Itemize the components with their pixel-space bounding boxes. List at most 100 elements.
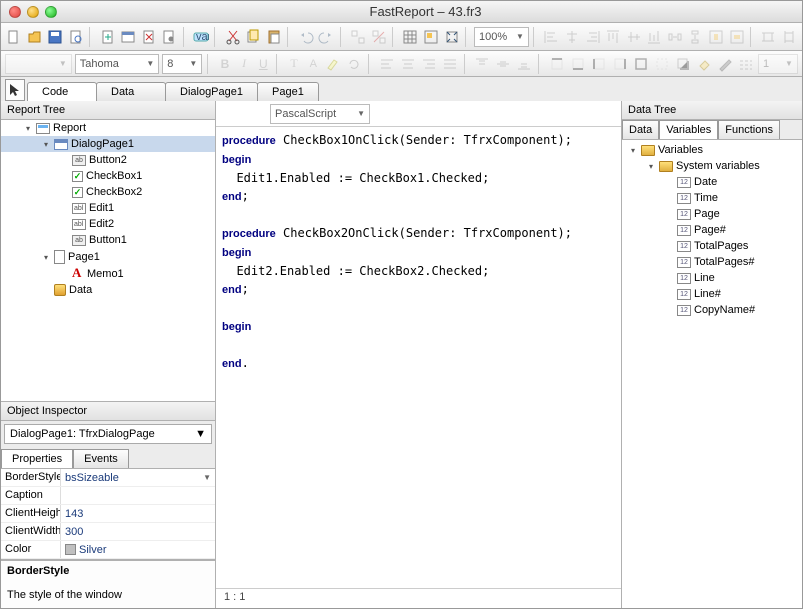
save-icon[interactable] bbox=[46, 27, 65, 47]
highlight-icon[interactable] bbox=[324, 54, 342, 74]
tree-item-system variables[interactable]: ▾System variables bbox=[624, 158, 800, 174]
variables-icon[interactable]: var bbox=[192, 27, 211, 47]
tree-item-edit2[interactable]: ablEdit2 bbox=[1, 216, 215, 232]
same-height-icon[interactable] bbox=[780, 27, 799, 47]
grid-align-icon[interactable] bbox=[422, 27, 441, 47]
tree-item-dialogpage1[interactable]: ▾DialogPage1 bbox=[1, 136, 215, 152]
tree-item-line[interactable]: 12Line bbox=[624, 270, 800, 286]
open-icon[interactable] bbox=[26, 27, 45, 47]
tree-item-copyname#[interactable]: 12CopyName# bbox=[624, 302, 800, 318]
prop-borderstyle[interactable]: BorderStylebsSizeable▼ bbox=[1, 469, 215, 487]
prop-clientheight[interactable]: ClientHeight143 bbox=[1, 505, 215, 523]
valign-bot-icon[interactable] bbox=[515, 54, 533, 74]
tree-item-data[interactable]: Data bbox=[1, 282, 215, 298]
tree-item-totalpages#[interactable]: 12TotalPages# bbox=[624, 254, 800, 270]
text-align-left-icon[interactable] bbox=[378, 54, 396, 74]
frame-top-icon[interactable] bbox=[548, 54, 566, 74]
font-settings-icon[interactable]: T bbox=[286, 54, 302, 74]
preview-icon[interactable] bbox=[67, 27, 86, 47]
prop-clientwidth[interactable]: ClientWidth300 bbox=[1, 523, 215, 541]
tree-item-variables[interactable]: ▾Variables bbox=[624, 142, 800, 158]
space-h-icon[interactable] bbox=[666, 27, 685, 47]
tab-data[interactable]: Data bbox=[622, 120, 659, 139]
frame-bottom-icon[interactable] bbox=[569, 54, 587, 74]
tree-item-report[interactable]: ▾Report bbox=[1, 120, 215, 136]
pointer-tool-icon[interactable] bbox=[5, 79, 25, 101]
object-selector[interactable]: DialogPage1: TfrxDialogPage▼ bbox=[4, 424, 212, 444]
frame-width-combo[interactable]: 1▼ bbox=[758, 54, 798, 74]
zoom-combo[interactable]: 100%▼ bbox=[474, 27, 529, 47]
cut-icon[interactable] bbox=[224, 27, 243, 47]
valign-top-icon[interactable] bbox=[473, 54, 491, 74]
frame-right-icon[interactable] bbox=[611, 54, 629, 74]
font-size-combo[interactable]: 8▼ bbox=[162, 54, 202, 74]
tree-item-checkbox2[interactable]: ✓CheckBox2 bbox=[1, 184, 215, 200]
fit-grid-icon[interactable] bbox=[442, 27, 461, 47]
tab-dialogpage1[interactable]: DialogPage1 bbox=[165, 82, 258, 101]
property-grid[interactable]: BorderStylebsSizeable▼CaptionClientHeigh… bbox=[1, 469, 215, 560]
copy-icon[interactable] bbox=[244, 27, 263, 47]
frame-shadow-icon[interactable] bbox=[674, 54, 692, 74]
ungroup-icon[interactable] bbox=[369, 27, 388, 47]
tree-item-page#[interactable]: 12Page# bbox=[624, 222, 800, 238]
tree-item-page[interactable]: 12Page bbox=[624, 206, 800, 222]
tab-page1[interactable]: Page1 bbox=[257, 82, 319, 101]
font-color-icon[interactable]: A bbox=[305, 54, 321, 74]
tree-item-time[interactable]: 12Time bbox=[624, 190, 800, 206]
underline-icon[interactable]: U bbox=[255, 54, 271, 74]
frame-style-icon[interactable] bbox=[737, 54, 755, 74]
tree-item-button1[interactable]: abButton1 bbox=[1, 232, 215, 248]
tab-properties[interactable]: Properties bbox=[1, 449, 73, 468]
group-icon[interactable] bbox=[349, 27, 368, 47]
tab-variables[interactable]: Variables bbox=[659, 120, 718, 139]
script-lang-combo[interactable]: PascalScript▼ bbox=[270, 104, 370, 124]
text-align-justify-icon[interactable] bbox=[441, 54, 459, 74]
data-tree[interactable]: ▾Variables▾System variables12Date12Time1… bbox=[622, 140, 802, 608]
zoom-window-button[interactable] bbox=[45, 6, 57, 18]
italic-icon[interactable]: I bbox=[236, 54, 252, 74]
space-v-icon[interactable] bbox=[686, 27, 705, 47]
rotate-icon[interactable] bbox=[345, 54, 363, 74]
tree-item-page1[interactable]: ▾Page1 bbox=[1, 248, 215, 266]
align-right-icon[interactable] bbox=[583, 27, 602, 47]
tree-item-totalpages[interactable]: 12TotalPages bbox=[624, 238, 800, 254]
tree-item-date[interactable]: 12Date bbox=[624, 174, 800, 190]
close-window-button[interactable] bbox=[9, 6, 21, 18]
minimize-window-button[interactable] bbox=[27, 6, 39, 18]
new-icon[interactable] bbox=[5, 27, 24, 47]
page-settings-icon[interactable] bbox=[160, 27, 179, 47]
align-left-icon[interactable] bbox=[542, 27, 561, 47]
tree-item-button2[interactable]: abButton2 bbox=[1, 152, 215, 168]
tree-item-line#[interactable]: 12Line# bbox=[624, 286, 800, 302]
align-bottom-icon[interactable] bbox=[645, 27, 664, 47]
tree-item-memo1[interactable]: AMemo1 bbox=[1, 266, 215, 282]
tree-item-checkbox1[interactable]: ✓CheckBox1 bbox=[1, 168, 215, 184]
redo-icon[interactable] bbox=[317, 27, 336, 47]
tab-code[interactable]: Code bbox=[27, 82, 97, 101]
code-editor[interactable]: procedure CheckBox1OnClick(Sender: TfrxC… bbox=[216, 127, 621, 588]
frame-left-icon[interactable] bbox=[590, 54, 608, 74]
tab-functions[interactable]: Functions bbox=[718, 120, 780, 139]
text-align-center-icon[interactable] bbox=[399, 54, 417, 74]
text-align-right-icon[interactable] bbox=[420, 54, 438, 74]
align-center-h-icon[interactable] bbox=[563, 27, 582, 47]
bold-icon[interactable]: B bbox=[217, 54, 233, 74]
align-middle-icon[interactable] bbox=[624, 27, 643, 47]
undo-icon[interactable] bbox=[297, 27, 316, 47]
valign-mid-icon[interactable] bbox=[494, 54, 512, 74]
fill-color-icon[interactable] bbox=[695, 54, 713, 74]
tree-item-edit1[interactable]: ablEdit1 bbox=[1, 200, 215, 216]
new-page-icon[interactable] bbox=[98, 27, 117, 47]
frame-all-icon[interactable] bbox=[632, 54, 650, 74]
frame-none-icon[interactable] bbox=[653, 54, 671, 74]
style-combo[interactable]: ▼ bbox=[5, 54, 72, 74]
paste-icon[interactable] bbox=[265, 27, 284, 47]
new-dialog-icon[interactable] bbox=[119, 27, 138, 47]
frame-color-icon[interactable] bbox=[716, 54, 734, 74]
center-h-icon[interactable] bbox=[707, 27, 726, 47]
font-combo[interactable]: Tahoma▼ bbox=[75, 54, 160, 74]
delete-page-icon[interactable] bbox=[140, 27, 159, 47]
prop-caption[interactable]: Caption bbox=[1, 487, 215, 505]
tab-data[interactable]: Data bbox=[96, 82, 166, 101]
report-tree[interactable]: ▾Report▾DialogPage1abButton2✓CheckBox1✓C… bbox=[1, 120, 215, 401]
